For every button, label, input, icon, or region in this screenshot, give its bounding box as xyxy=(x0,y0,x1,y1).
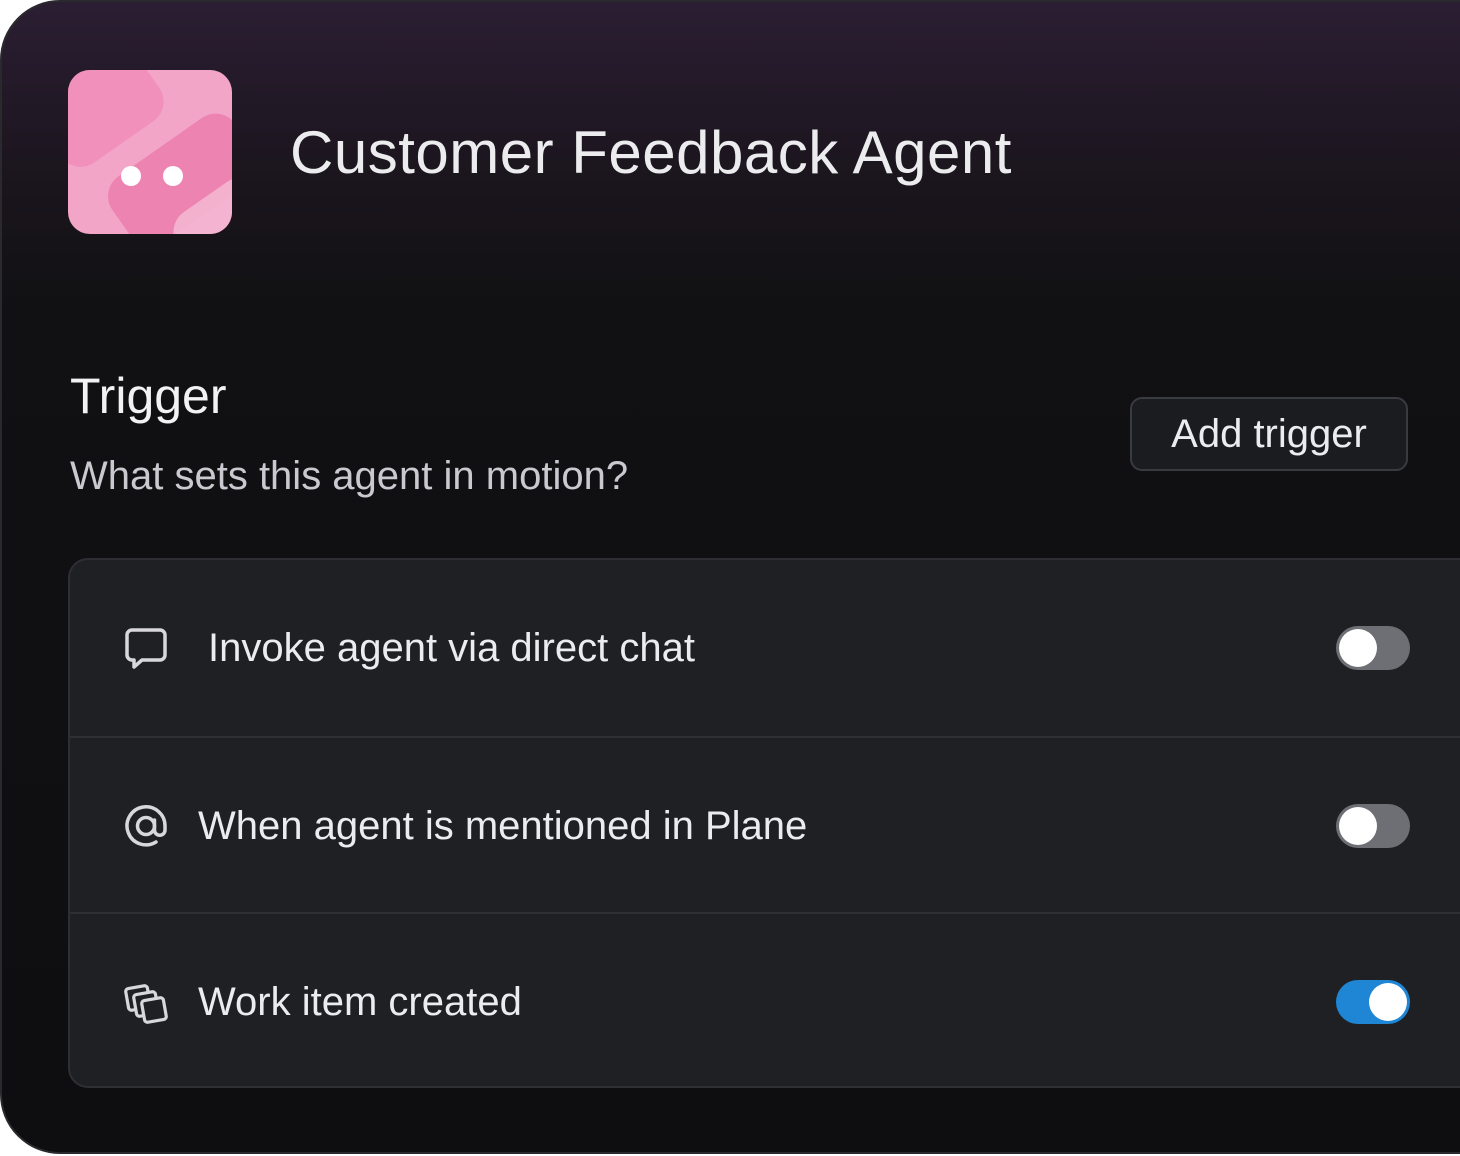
page-title: Customer Feedback Agent xyxy=(290,119,1012,186)
trigger-section-title: Trigger xyxy=(70,368,227,424)
trigger-label: Work item created xyxy=(198,980,522,1024)
trigger-toggle-work-item-created[interactable] xyxy=(1336,980,1410,1024)
trigger-toggle-mentioned[interactable] xyxy=(1336,804,1410,848)
trigger-section-subtitle: What sets this agent in motion? xyxy=(70,454,629,498)
agent-panel: Customer Feedback Agent Trigger What set… xyxy=(0,0,1460,1154)
trigger-row-direct-chat: Invoke agent via direct chat xyxy=(70,560,1460,736)
trigger-toggle-direct-chat[interactable] xyxy=(1336,626,1410,670)
trigger-row-work-item-created: Work item created xyxy=(70,912,1460,1086)
at-sign-icon xyxy=(125,805,167,847)
trigger-row-mentioned: When agent is mentioned in Plane xyxy=(70,736,1460,914)
layers-icon xyxy=(124,984,168,1024)
agent-avatar-icon xyxy=(68,70,232,234)
toggle-knob xyxy=(1369,983,1407,1021)
chat-bubble-icon xyxy=(125,628,167,669)
trigger-label: When agent is mentioned in Plane xyxy=(198,804,808,848)
add-trigger-button[interactable]: Add trigger xyxy=(1130,397,1408,471)
trigger-list: Invoke agent via direct chat When agent … xyxy=(68,558,1460,1088)
toggle-knob xyxy=(1339,629,1377,667)
toggle-knob xyxy=(1339,807,1377,845)
trigger-label: Invoke agent via direct chat xyxy=(208,626,695,670)
